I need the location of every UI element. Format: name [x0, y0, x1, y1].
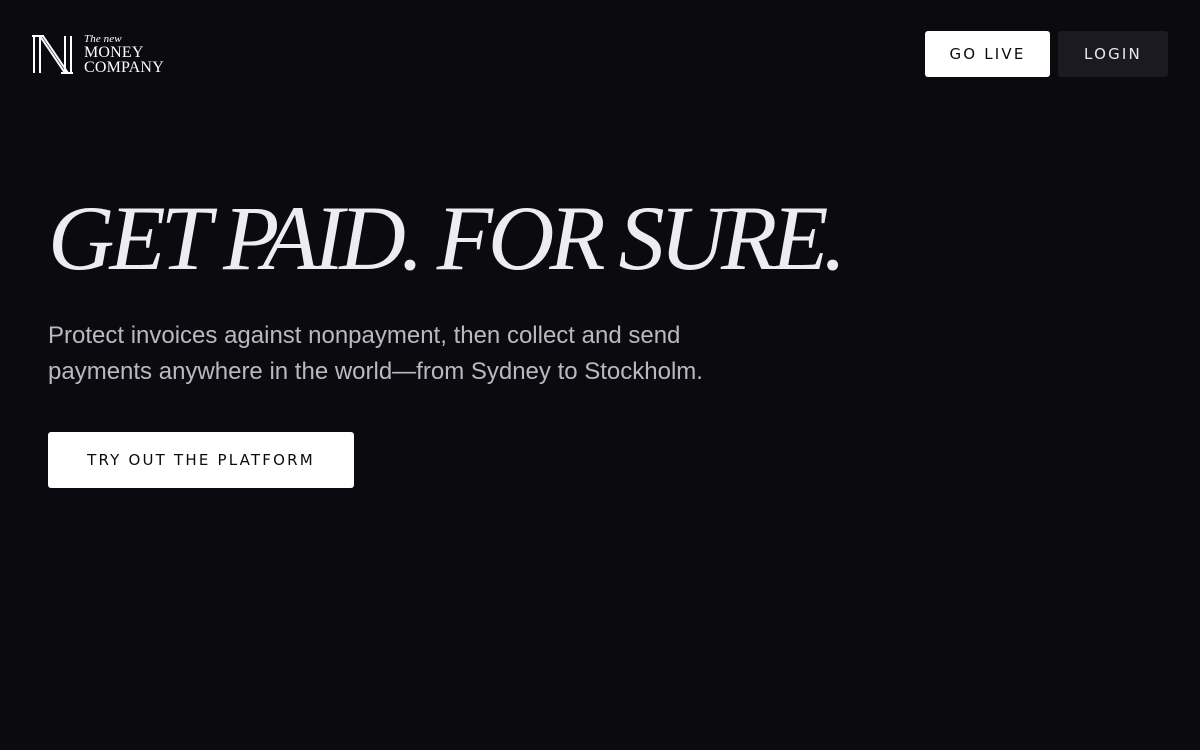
go-live-button[interactable]: GO LIVE — [925, 31, 1050, 77]
hero-subtitle: Protect invoices against nonpayment, the… — [48, 322, 703, 385]
brand-name-line1: MONEY — [84, 44, 144, 61]
brand-logo[interactable]: The new MONEY COMPANY — [32, 33, 182, 77]
try-platform-button[interactable]: TRY OUT THE PLATFORM — [48, 432, 354, 488]
site-header: The new MONEY COMPANY GO LIVE LOGIN — [0, 0, 1200, 100]
brand-wordmark: The new MONEY COMPANY — [84, 33, 164, 76]
brand-name-line2: COMPANY — [84, 59, 164, 76]
login-button[interactable]: LOGIN — [1058, 31, 1168, 77]
n-monogram-icon — [32, 35, 73, 74]
hero-title: GET PAID. FOR SURE. — [48, 187, 846, 289]
